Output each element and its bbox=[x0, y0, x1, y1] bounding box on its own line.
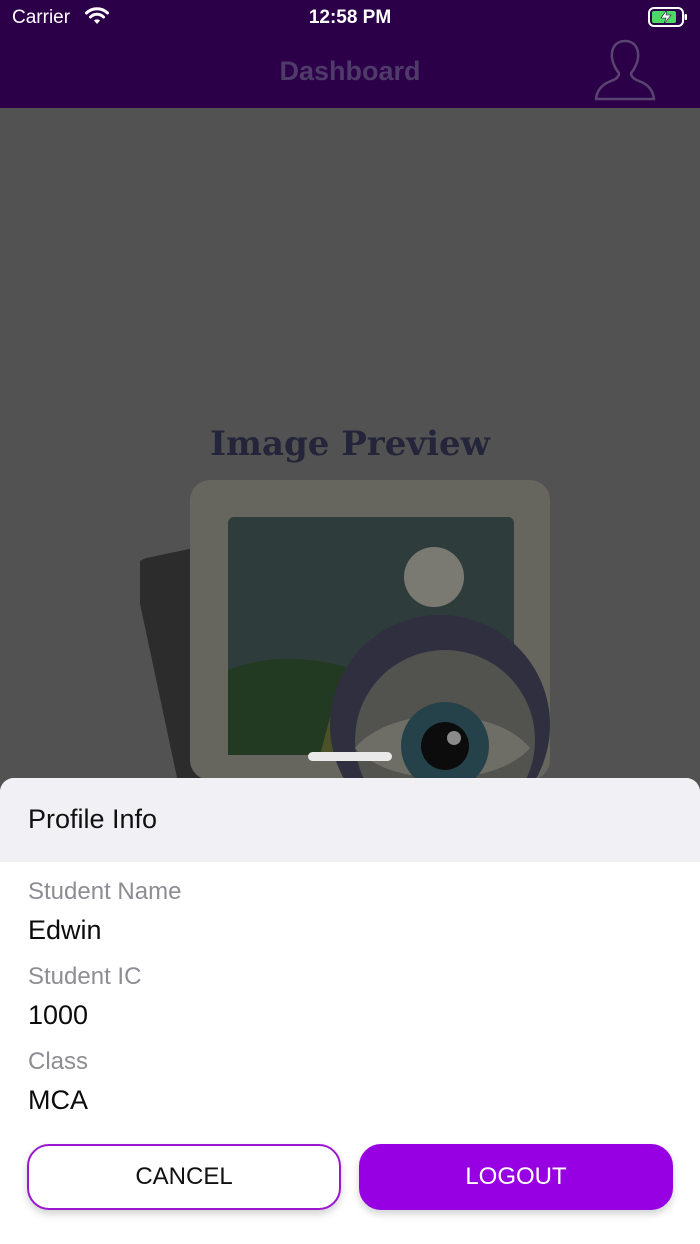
status-time: 12:58 PM bbox=[308, 7, 392, 28]
student-name-value: Edwin bbox=[28, 915, 102, 945]
student-name-label: Student Name bbox=[28, 878, 182, 905]
user-silhouette-icon[interactable] bbox=[593, 37, 657, 103]
sheet-grabber-handle[interactable] bbox=[308, 752, 392, 761]
image-preview-title: Image Preview bbox=[210, 424, 490, 464]
status-bar: Carrier 12:58 PM bbox=[0, 0, 700, 36]
profile-info-sheet: Profile Info Student Name Edwin Student … bbox=[0, 778, 700, 1244]
image-preview-illustration bbox=[140, 480, 550, 790]
class-value: MCA bbox=[28, 1085, 88, 1115]
logout-button[interactable]: LOGOUT bbox=[359, 1144, 673, 1210]
battery-charging-icon bbox=[648, 7, 687, 27]
sheet-title: Profile Info bbox=[28, 804, 158, 834]
cancel-button[interactable]: CANCEL bbox=[27, 1144, 341, 1210]
class-label: Class bbox=[28, 1048, 89, 1075]
student-ic-label: Student IC bbox=[28, 963, 142, 990]
top-bar: Carrier 12:58 PM Dashboard bbox=[0, 0, 700, 108]
student-ic-value: 1000 bbox=[28, 1000, 89, 1030]
sheet-header: Profile Info bbox=[0, 778, 700, 862]
